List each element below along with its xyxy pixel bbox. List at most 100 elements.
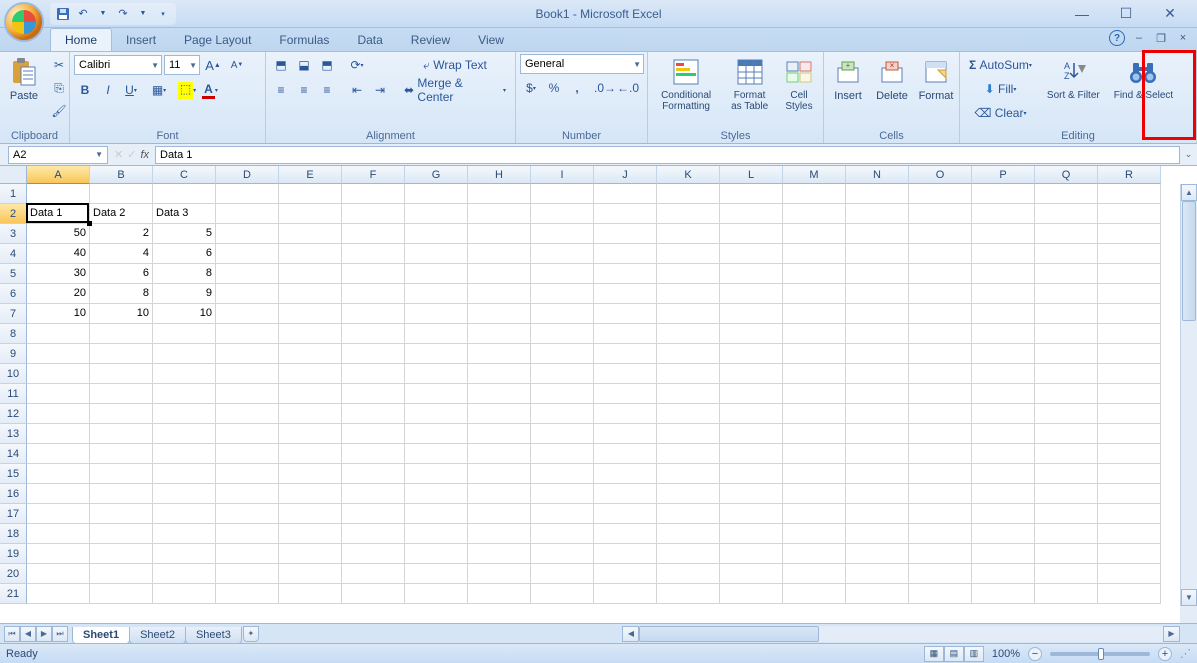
maximize-button[interactable]: ☐ xyxy=(1113,4,1139,24)
cell-K14[interactable] xyxy=(657,444,720,464)
format-as-table-button[interactable]: Format as Table xyxy=(724,54,775,114)
cell-A7[interactable]: 10 xyxy=(27,304,90,324)
cell-D9[interactable] xyxy=(216,344,279,364)
cut-icon[interactable]: ✂ xyxy=(48,54,70,76)
cell-O8[interactable] xyxy=(909,324,972,344)
col-header-B[interactable]: B xyxy=(90,166,153,184)
row-header-20[interactable]: 20 xyxy=(0,564,27,584)
cell-K19[interactable] xyxy=(657,544,720,564)
cell-J7[interactable] xyxy=(594,304,657,324)
insert-cells-button[interactable]: + Insert xyxy=(828,54,868,104)
qat-dd1-icon[interactable]: ▼ xyxy=(94,5,112,23)
cell-L14[interactable] xyxy=(720,444,783,464)
cell-F15[interactable] xyxy=(342,464,405,484)
cell-I3[interactable] xyxy=(531,224,594,244)
cell-M18[interactable] xyxy=(783,524,846,544)
tab-formulas[interactable]: Formulas xyxy=(265,29,343,51)
cell-H21[interactable] xyxy=(468,584,531,604)
cell-M1[interactable] xyxy=(783,184,846,204)
cell-Q11[interactable] xyxy=(1035,384,1098,404)
cell-E20[interactable] xyxy=(279,564,342,584)
cell-A16[interactable] xyxy=(27,484,90,504)
wrap-text-button[interactable]: ⤶ Wrap Text xyxy=(399,54,511,76)
cell-K21[interactable] xyxy=(657,584,720,604)
cell-F6[interactable] xyxy=(342,284,405,304)
cell-P5[interactable] xyxy=(972,264,1035,284)
col-header-I[interactable]: I xyxy=(531,166,594,184)
cell-R13[interactable] xyxy=(1098,424,1161,444)
fill-button[interactable]: ⬇ Fill▾ xyxy=(964,78,1037,100)
cell-M16[interactable] xyxy=(783,484,846,504)
cell-E10[interactable] xyxy=(279,364,342,384)
cell-E5[interactable] xyxy=(279,264,342,284)
cell-F10[interactable] xyxy=(342,364,405,384)
resize-grip-icon[interactable]: ⋰ xyxy=(1180,647,1191,660)
office-button[interactable] xyxy=(4,2,44,42)
align-bottom-icon[interactable]: ⬒ xyxy=(316,54,338,76)
cell-F1[interactable] xyxy=(342,184,405,204)
cell-A9[interactable] xyxy=(27,344,90,364)
cell-L4[interactable] xyxy=(720,244,783,264)
cell-M6[interactable] xyxy=(783,284,846,304)
cell-I5[interactable] xyxy=(531,264,594,284)
cell-L21[interactable] xyxy=(720,584,783,604)
format-painter-icon[interactable]: 🖌 xyxy=(48,100,70,122)
cell-M17[interactable] xyxy=(783,504,846,524)
cell-C11[interactable] xyxy=(153,384,216,404)
mdi-restore-icon[interactable]: ❐ xyxy=(1153,30,1169,46)
cell-H9[interactable] xyxy=(468,344,531,364)
cell-C4[interactable]: 6 xyxy=(153,244,216,264)
cell-H2[interactable] xyxy=(468,204,531,224)
col-header-C[interactable]: C xyxy=(153,166,216,184)
cell-A5[interactable]: 30 xyxy=(27,264,90,284)
cell-D14[interactable] xyxy=(216,444,279,464)
cell-H7[interactable] xyxy=(468,304,531,324)
cell-K3[interactable] xyxy=(657,224,720,244)
zoom-knob[interactable] xyxy=(1098,648,1104,660)
font-name-combo[interactable]: Calibri▼ xyxy=(74,55,162,75)
tab-home[interactable]: Home xyxy=(50,28,112,51)
cell-P4[interactable] xyxy=(972,244,1035,264)
cell-E14[interactable] xyxy=(279,444,342,464)
row-header-2[interactable]: 2 xyxy=(0,204,27,224)
redo-icon[interactable]: ↷ xyxy=(114,5,132,23)
cell-E12[interactable] xyxy=(279,404,342,424)
cell-M14[interactable] xyxy=(783,444,846,464)
cell-G9[interactable] xyxy=(405,344,468,364)
last-sheet-icon[interactable]: ⏭ xyxy=(52,626,68,642)
cell-R19[interactable] xyxy=(1098,544,1161,564)
cell-B12[interactable] xyxy=(90,404,153,424)
cell-F3[interactable] xyxy=(342,224,405,244)
cell-C20[interactable] xyxy=(153,564,216,584)
cell-G2[interactable] xyxy=(405,204,468,224)
increase-decimal-icon[interactable]: .0→ xyxy=(594,77,616,99)
cell-J19[interactable] xyxy=(594,544,657,564)
cell-P2[interactable] xyxy=(972,204,1035,224)
row-header-12[interactable]: 12 xyxy=(0,404,27,424)
cell-H13[interactable] xyxy=(468,424,531,444)
cell-M20[interactable] xyxy=(783,564,846,584)
cell-A14[interactable] xyxy=(27,444,90,464)
cell-N3[interactable] xyxy=(846,224,909,244)
hscroll-thumb[interactable] xyxy=(639,626,819,642)
tab-review[interactable]: Review xyxy=(397,29,464,51)
underline-icon[interactable]: U▾ xyxy=(120,79,142,101)
cell-P20[interactable] xyxy=(972,564,1035,584)
vscroll-thumb[interactable] xyxy=(1182,201,1196,321)
cell-G12[interactable] xyxy=(405,404,468,424)
col-header-N[interactable]: N xyxy=(846,166,909,184)
cell-E18[interactable] xyxy=(279,524,342,544)
cell-J11[interactable] xyxy=(594,384,657,404)
cell-F11[interactable] xyxy=(342,384,405,404)
cell-O9[interactable] xyxy=(909,344,972,364)
comma-icon[interactable]: , xyxy=(566,77,588,99)
cell-J5[interactable] xyxy=(594,264,657,284)
row-header-15[interactable]: 15 xyxy=(0,464,27,484)
cell-G3[interactable] xyxy=(405,224,468,244)
cell-K20[interactable] xyxy=(657,564,720,584)
cell-A21[interactable] xyxy=(27,584,90,604)
cell-D21[interactable] xyxy=(216,584,279,604)
cell-I19[interactable] xyxy=(531,544,594,564)
cell-E11[interactable] xyxy=(279,384,342,404)
cell-F12[interactable] xyxy=(342,404,405,424)
